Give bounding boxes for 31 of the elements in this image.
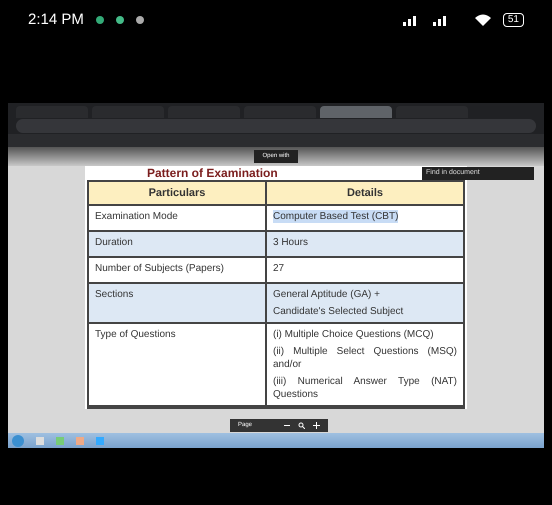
table-cell-text: Examination Mode <box>95 210 178 223</box>
taskbar-app-icon[interactable] <box>76 436 84 444</box>
wifi-icon <box>474 14 491 26</box>
zoom-in-icon[interactable] <box>313 422 320 429</box>
taskbar-app-icon[interactable] <box>96 436 104 444</box>
notification-icon <box>96 16 104 24</box>
table-cell-text: (ii) Multiple Select Questions (MSQ) and/or <box>273 345 457 371</box>
taskbar-app-icon[interactable] <box>56 436 64 444</box>
table-cell-text: Computer Based Test (CBT) <box>273 210 398 223</box>
status-time: 2:14 PM <box>28 10 84 30</box>
table-cell-text: 27 <box>273 262 284 275</box>
notification-icon <box>136 16 144 24</box>
address-bar[interactable] <box>16 119 536 133</box>
table-cell-text: Candidate's Selected Subject <box>273 305 404 318</box>
notification-icon <box>116 16 124 24</box>
table-cell-text: 3 Hours <box>273 236 308 249</box>
search-icon[interactable] <box>298 422 305 429</box>
table-cell-text: (iii) Numerical Answer Type (NAT) Questions <box>273 375 457 401</box>
browser-tab[interactable] <box>320 106 392 118</box>
table-cell-text: Type of Questions <box>95 328 176 341</box>
table-cell-text: Duration <box>95 236 133 249</box>
table-cell-text: Sections <box>95 288 134 301</box>
table-cell-text: (i) Multiple Choice Questions (MCQ) <box>273 328 434 341</box>
taskbar-app-icon[interactable] <box>36 436 44 444</box>
start-icon[interactable] <box>12 434 24 446</box>
column-header: Details <box>346 186 384 201</box>
battery-indicator: 51 <box>502 13 524 27</box>
table-cell-text: Number of Subjects (Papers) <box>95 262 224 275</box>
table-cell-text: General Aptitude (GA) + <box>273 288 380 301</box>
document-heading: Pattern of Examination <box>147 166 278 180</box>
column-header: Particulars <box>89 182 267 204</box>
